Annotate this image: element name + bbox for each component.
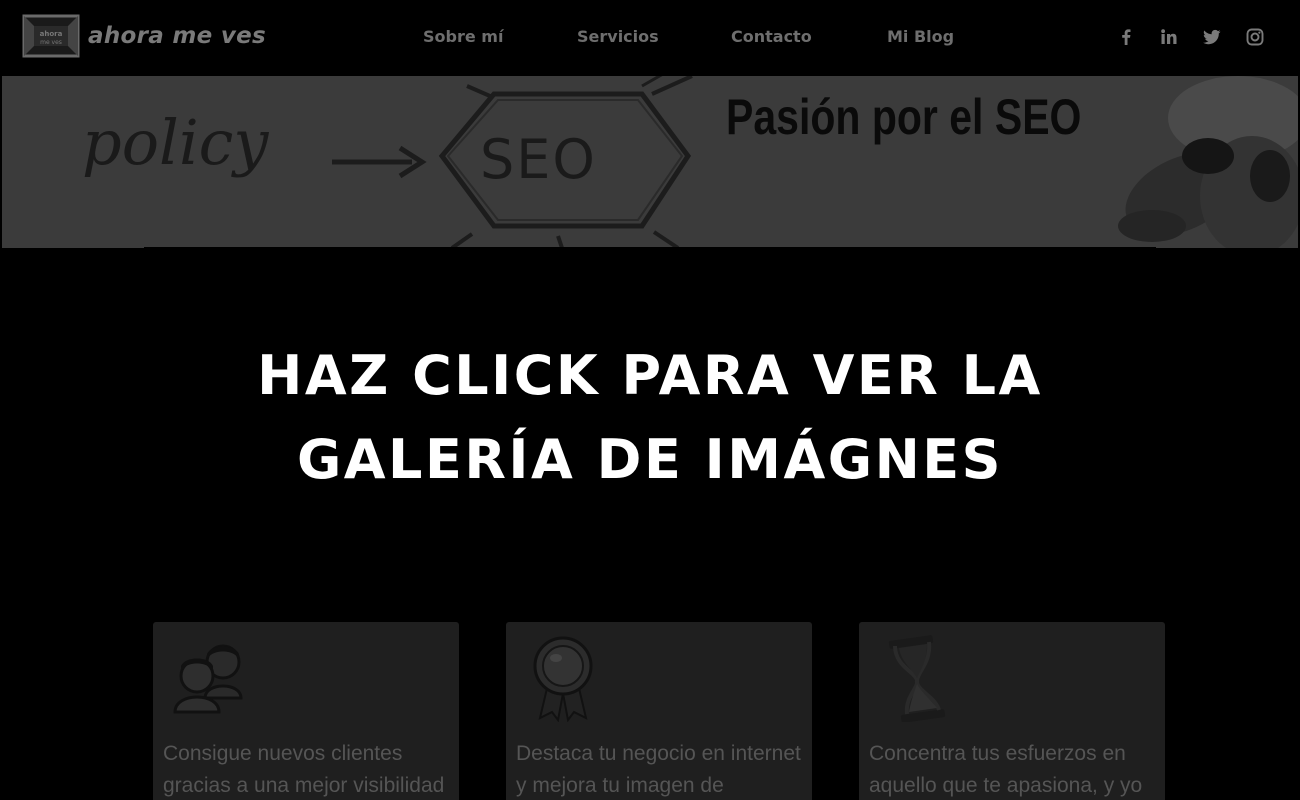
logo-badge-icon: ahora me ves (20, 12, 82, 60)
banner-headline: Pasión por el SEO (726, 89, 1082, 145)
banner-word-policy: policy (82, 106, 269, 179)
feature-card-text: Consigue nuevos clientes gracias a una m… (163, 742, 445, 797)
feature-card-negocio: Destaca tu negocio en internet y mejora … (506, 622, 812, 800)
feature-card-esfuerzos: Concentra tus esfuerzos en aquello que t… (859, 622, 1165, 800)
twitter-icon[interactable] (1202, 27, 1222, 47)
gallery-cta-line1: HAZ CLICK PARA VER LA (257, 344, 1043, 407)
gallery-cta[interactable]: HAZ CLICK PARA VER LA GALERÍA DE IMÁGNES (0, 334, 1300, 502)
logo-text: ahora me ves (88, 23, 267, 49)
feature-card-text: Concentra tus esfuerzos en aquello que t… (869, 742, 1143, 797)
facebook-icon[interactable] (1116, 27, 1136, 47)
svg-text:ahora: ahora (40, 30, 63, 38)
svg-text:me ves: me ves (40, 39, 62, 46)
gallery-cta-line2: GALERÍA DE IMÁGNES (296, 428, 1004, 491)
site-header: ahora me ves ahora me ves Sobre mí Servi… (0, 0, 1300, 75)
banner-word-seo: SEO (480, 128, 597, 191)
nav-servicios[interactable]: Servicios (577, 27, 659, 46)
hero-banner[interactable]: policy SEO Pasión por el SEO (2, 76, 1298, 248)
site-logo[interactable]: ahora me ves ahora me ves (20, 12, 266, 60)
instagram-icon[interactable] (1245, 27, 1265, 47)
nav-mi-blog[interactable]: Mi Blog (887, 27, 954, 46)
hourglass-icon (871, 632, 961, 723)
linkedin-icon[interactable] (1159, 27, 1179, 47)
award-medal-icon (518, 632, 608, 723)
feature-card-text: Destaca tu negocio en internet y mejora … (516, 742, 801, 797)
feature-card-clientes: Consigue nuevos clientes gracias a una m… (153, 622, 459, 800)
nav-contacto[interactable]: Contacto (731, 27, 812, 46)
nav-sobre-mi[interactable]: Sobre mí (423, 27, 503, 46)
users-icon (165, 632, 255, 722)
